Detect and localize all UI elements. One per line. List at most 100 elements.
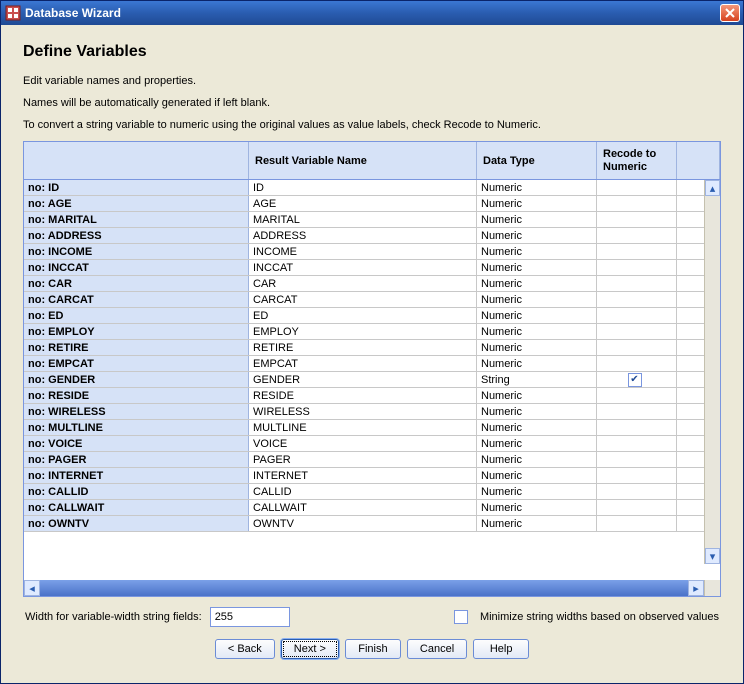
scroll-down-arrow-icon[interactable]: ▾ [705,548,720,564]
cell-data-type[interactable]: Numeric [477,292,597,307]
vertical-scroll-track[interactable] [705,196,720,548]
cell-result-name[interactable]: INCOME [249,244,477,259]
close-icon [725,8,735,18]
cell-recode[interactable] [597,484,677,499]
cell-data-type[interactable]: Numeric [477,500,597,515]
database-wizard-window: Database Wizard Define Variables Edit va… [0,0,744,684]
cell-source: no: ADDRESS [24,228,249,243]
cell-recode[interactable] [597,228,677,243]
column-header-source[interactable] [24,142,249,179]
cell-result-name[interactable]: WIRELESS [249,404,477,419]
cell-recode[interactable] [597,436,677,451]
finish-button[interactable]: Finish [345,639,401,659]
cell-result-name[interactable]: CALLWAIT [249,500,477,515]
cancel-button[interactable]: Cancel [407,639,467,659]
cell-recode[interactable] [597,516,677,531]
cell-source: no: INTERNET [24,468,249,483]
table-row: no: CALLWAITCALLWAITNumeric [24,500,720,516]
cell-result-name[interactable]: CARCAT [249,292,477,307]
cell-data-type[interactable]: Numeric [477,308,597,323]
cell-result-name[interactable]: RETIRE [249,340,477,355]
cell-result-name[interactable]: ID [249,180,477,195]
cell-data-type[interactable]: Numeric [477,356,597,371]
cell-recode[interactable] [597,324,677,339]
cell-result-name[interactable]: OWNTV [249,516,477,531]
column-header-recode[interactable]: Recode to Numeric [597,142,677,179]
cell-result-name[interactable]: ED [249,308,477,323]
cell-data-type[interactable]: Numeric [477,388,597,403]
scroll-up-arrow-icon[interactable]: ▴ [705,180,720,196]
cell-recode[interactable] [597,180,677,195]
cell-recode[interactable] [597,212,677,227]
cell-result-name[interactable]: INCCAT [249,260,477,275]
cell-data-type[interactable]: String [477,372,597,387]
cell-data-type[interactable]: Numeric [477,452,597,467]
horizontal-scrollbar[interactable]: ◂ ▸ [24,580,720,596]
cell-recode[interactable] [597,452,677,467]
cell-data-type[interactable]: Numeric [477,180,597,195]
cell-recode[interactable] [597,292,677,307]
cell-data-type[interactable]: Numeric [477,212,597,227]
cell-recode[interactable] [597,420,677,435]
cell-recode[interactable] [597,340,677,355]
cell-data-type[interactable]: Numeric [477,276,597,291]
cell-result-name[interactable]: EMPCAT [249,356,477,371]
cell-data-type[interactable]: Numeric [477,516,597,531]
cell-result-name[interactable]: EMPLOY [249,324,477,339]
cell-source: no: CAR [24,276,249,291]
cell-result-name[interactable]: CALLID [249,484,477,499]
table-row: no: IDIDNumeric [24,180,720,196]
table-row: no: EMPLOYEMPLOYNumeric [24,324,720,340]
cell-data-type[interactable]: Numeric [477,260,597,275]
cell-recode[interactable] [597,244,677,259]
scroll-left-arrow-icon[interactable]: ◂ [24,580,40,596]
cell-recode[interactable] [597,500,677,515]
next-button[interactable]: Next > [281,639,339,659]
cell-recode[interactable] [597,260,677,275]
cell-recode[interactable] [597,372,677,387]
scroll-right-arrow-icon[interactable]: ▸ [688,580,704,596]
cell-recode[interactable] [597,388,677,403]
cell-data-type[interactable]: Numeric [477,484,597,499]
cell-result-name[interactable]: MARITAL [249,212,477,227]
cell-result-name[interactable]: RESIDE [249,388,477,403]
close-button[interactable] [720,4,740,22]
cell-data-type[interactable]: Numeric [477,468,597,483]
minimize-widths-checkbox[interactable] [454,610,468,624]
column-header-datatype[interactable]: Data Type [477,142,597,179]
table-row: no: INCOMEINCOMENumeric [24,244,720,260]
cell-data-type[interactable]: Numeric [477,340,597,355]
cell-data-type[interactable]: Numeric [477,196,597,211]
cell-data-type[interactable]: Numeric [477,244,597,259]
cell-source: no: PAGER [24,452,249,467]
cell-recode[interactable] [597,196,677,211]
width-field-label: Width for variable-width string fields: [25,611,202,623]
cell-result-name[interactable]: PAGER [249,452,477,467]
cell-result-name[interactable]: ADDRESS [249,228,477,243]
back-button[interactable]: < Back [215,639,275,659]
cell-recode[interactable] [597,356,677,371]
column-header-result[interactable]: Result Variable Name [249,142,477,179]
cell-result-name[interactable]: CAR [249,276,477,291]
help-button[interactable]: Help [473,639,529,659]
recode-checkbox[interactable] [628,373,642,387]
cell-result-name[interactable]: INTERNET [249,468,477,483]
cell-data-type[interactable]: Numeric [477,228,597,243]
cell-data-type[interactable]: Numeric [477,420,597,435]
cell-result-name[interactable]: MULTLINE [249,420,477,435]
cell-recode[interactable] [597,404,677,419]
scroll-corner [704,580,720,596]
cell-data-type[interactable]: Numeric [477,436,597,451]
instructions: Edit variable names and properties. Name… [23,71,721,141]
cell-result-name[interactable]: VOICE [249,436,477,451]
cell-recode[interactable] [597,308,677,323]
cell-data-type[interactable]: Numeric [477,324,597,339]
cell-data-type[interactable]: Numeric [477,404,597,419]
horizontal-scroll-track[interactable] [40,580,688,596]
cell-result-name[interactable]: AGE [249,196,477,211]
cell-recode[interactable] [597,468,677,483]
cell-recode[interactable] [597,276,677,291]
width-field-input[interactable] [210,607,290,627]
cell-result-name[interactable]: GENDER [249,372,477,387]
vertical-scrollbar[interactable]: ▴ ▾ [704,180,720,564]
